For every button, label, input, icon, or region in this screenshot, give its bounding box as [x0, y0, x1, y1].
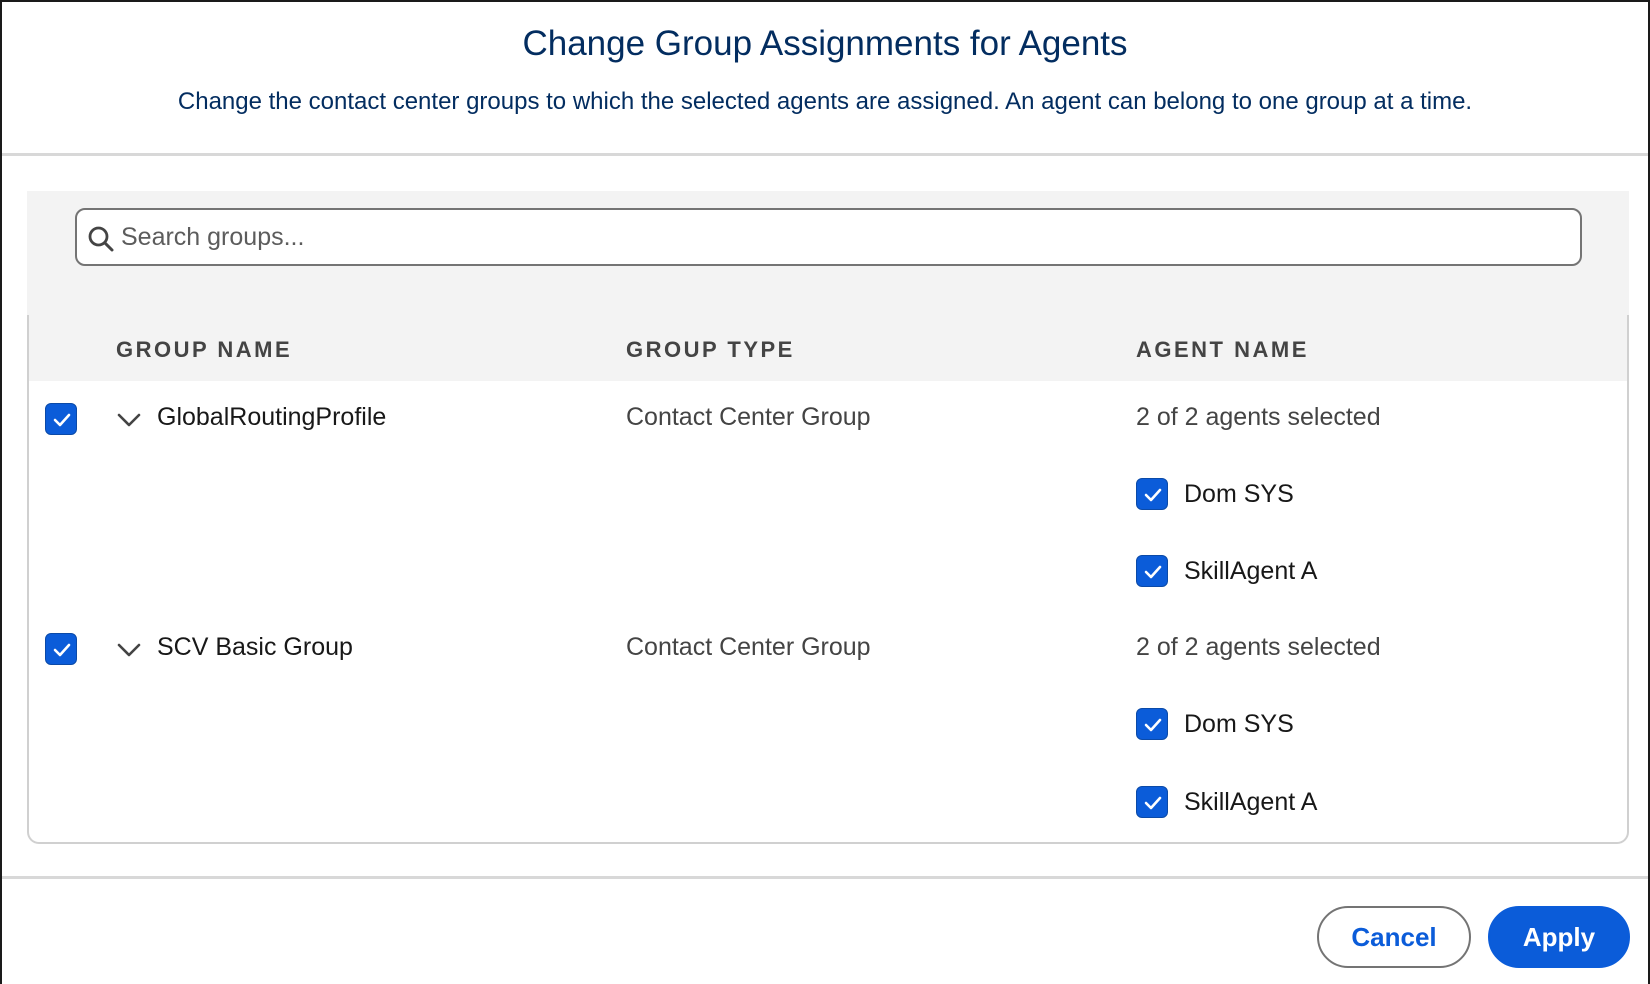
column-header-agent-name: AGENT NAME	[1136, 337, 1309, 362]
group-table: GROUP NAME GROUP TYPE AGENT NAME GlobalR…	[27, 315, 1629, 844]
group-checkbox[interactable]	[45, 633, 77, 665]
group-name: SCV Basic Group	[157, 633, 353, 661]
group-type: Contact Center Group	[626, 633, 871, 661]
column-header-group-name: GROUP NAME	[116, 337, 293, 362]
group-checkbox[interactable]	[45, 403, 77, 435]
agent-checkbox[interactable]	[1136, 786, 1168, 818]
chevron-down-icon[interactable]	[116, 411, 142, 429]
modal-subtitle: Change the contact center groups to whic…	[177, 88, 1473, 115]
agent-name: SkillAgent A	[1184, 557, 1318, 585]
chevron-down-icon[interactable]	[116, 641, 142, 659]
check-icon	[1144, 488, 1162, 502]
modal-title: Change Group Assignments for Agents	[522, 24, 1128, 63]
column-header-group-type: GROUP TYPE	[626, 337, 795, 362]
check-icon	[1144, 718, 1162, 732]
table-header: GROUP NAME GROUP TYPE AGENT NAME	[29, 315, 1627, 381]
search-box[interactable]	[75, 208, 1582, 266]
group-type: Contact Center Group	[626, 403, 871, 431]
agent-checkbox[interactable]	[1136, 708, 1168, 740]
change-group-assignments-modal: Change Group Assignments for Agents Chan…	[0, 0, 1650, 984]
agent-checkbox[interactable]	[1136, 478, 1168, 510]
check-icon	[53, 643, 71, 657]
agents-summary: 2 of 2 agents selected	[1136, 403, 1381, 431]
check-icon	[53, 413, 71, 427]
agent-name: SkillAgent A	[1184, 788, 1318, 816]
search-icon	[88, 226, 114, 252]
agents-summary: 2 of 2 agents selected	[1136, 633, 1381, 661]
search-area	[27, 191, 1629, 315]
modal-header: Change Group Assignments for Agents Chan…	[2, 2, 1648, 156]
agent-name: Dom SYS	[1184, 710, 1294, 738]
check-icon	[1144, 796, 1162, 810]
apply-button[interactable]: Apply	[1488, 906, 1630, 968]
modal-footer: Cancel Apply	[2, 876, 1648, 984]
search-input[interactable]	[121, 218, 1561, 256]
agent-name: Dom SYS	[1184, 480, 1294, 508]
agent-checkbox[interactable]	[1136, 555, 1168, 587]
group-name: GlobalRoutingProfile	[157, 403, 387, 431]
check-icon	[1144, 565, 1162, 579]
cancel-button[interactable]: Cancel	[1317, 906, 1471, 968]
